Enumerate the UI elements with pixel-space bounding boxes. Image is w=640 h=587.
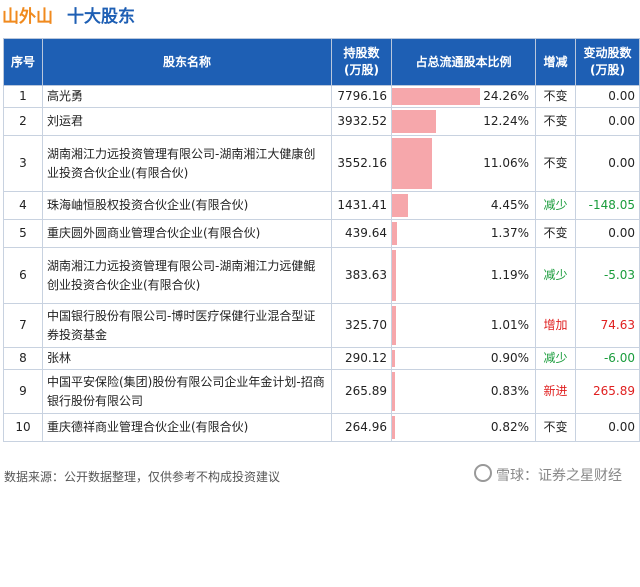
change-shares: -148.05 bbox=[575, 191, 640, 220]
shares-held: 3552.16 bbox=[331, 135, 392, 192]
row-index: 7 bbox=[3, 303, 43, 348]
table-row: 6 湖南湘江力远投资管理有限公司-湖南湘江力远健鲲创业投资合伙企业(有限合伙) 38… bbox=[3, 247, 640, 304]
change-shares: 0.00 bbox=[575, 107, 640, 136]
row-index: 1 bbox=[3, 85, 43, 108]
change-shares: -6.00 bbox=[575, 347, 640, 370]
table-row: 10 重庆德祥商业管理合伙企业(有限合伙) 264.96 0.82% 不变 0.00 bbox=[3, 413, 640, 442]
title-text: 十大股东 bbox=[67, 7, 135, 27]
ratio-cell: 0.83% bbox=[391, 369, 536, 414]
shareholder-name: 重庆圆外圆商业管理合伙企业(有限合伙) bbox=[42, 219, 332, 248]
shares-held: 264.96 bbox=[331, 413, 392, 442]
shares-held: 265.89 bbox=[331, 369, 392, 414]
shares-held: 3932.52 bbox=[331, 107, 392, 136]
ratio-value: 0.83% bbox=[490, 384, 529, 398]
shares-held: 325.70 bbox=[331, 303, 392, 348]
change-shares: 0.00 bbox=[575, 85, 640, 108]
ratio-value: 0.90% bbox=[490, 351, 529, 365]
change-status: 减少 bbox=[535, 347, 576, 370]
ratio-value: 4.45% bbox=[490, 198, 529, 212]
shareholder-name: 高光勇 bbox=[42, 85, 332, 108]
change-shares: 0.00 bbox=[575, 219, 640, 248]
ratio-cell: 1.01% bbox=[391, 303, 536, 348]
ratio-value: 12.24% bbox=[483, 114, 529, 128]
shares-held: 383.63 bbox=[331, 247, 392, 304]
ratio-cell: 0.90% bbox=[391, 347, 536, 370]
ratio-cell: 0.82% bbox=[391, 413, 536, 442]
ratio-value: 1.37% bbox=[490, 226, 529, 240]
change-shares: 74.63 bbox=[575, 303, 640, 348]
shareholders-table: 序号 股东名称 持股数 (万股) 占总流通股本比例 增减 变动股数 (万股) 1… bbox=[3, 38, 640, 442]
change-status: 不变 bbox=[535, 85, 576, 108]
ratio-value: 1.19% bbox=[490, 268, 529, 282]
col-header-idx: 序号 bbox=[3, 38, 43, 86]
row-index: 3 bbox=[3, 135, 43, 192]
shares-held: 1431.41 bbox=[331, 191, 392, 220]
row-index: 6 bbox=[3, 247, 43, 304]
row-index: 5 bbox=[3, 219, 43, 248]
data-source-note: 数据来源：公开数据整理，仅供参考不构成投资建议 bbox=[4, 470, 281, 484]
col-header-ratio: 占总流通股本比例 bbox=[391, 38, 536, 86]
change-status: 不变 bbox=[535, 107, 576, 136]
change-shares: 0.00 bbox=[575, 413, 640, 442]
ratio-value: 1.01% bbox=[490, 318, 529, 332]
change-shares: 265.89 bbox=[575, 369, 640, 414]
table-row: 7 中国银行股份有限公司-博时医疗保健行业混合型证券投资基金 325.70 1.01%… bbox=[3, 303, 640, 348]
shareholder-name: 中国平安保险(集团)股份有限公司企业年金计划-招商银行股份有限公司 bbox=[42, 369, 332, 414]
ratio-value: 0.82% bbox=[490, 420, 529, 434]
ratio-cell: 11.06% bbox=[391, 135, 536, 192]
ratio-cell: 24.26% bbox=[391, 85, 536, 108]
col-header-delta: 变动股数 (万股) bbox=[575, 38, 640, 86]
change-status: 不变 bbox=[535, 413, 576, 442]
row-index: 8 bbox=[3, 347, 43, 370]
brand-text: 雪球：证券之星财经 bbox=[496, 468, 622, 484]
col-header-shares: 持股数 (万股) bbox=[331, 38, 392, 86]
table-row: 2 刘运君 3932.52 12.24% 不变 0.00 bbox=[3, 107, 640, 136]
row-index: 2 bbox=[3, 107, 43, 136]
company-name: 山外山 bbox=[2, 7, 53, 27]
shareholder-name: 湖南湘江力远投资管理有限公司-湖南湘江力远健鲲创业投资合伙企业(有限合伙) bbox=[42, 247, 332, 304]
ratio-value: 24.26% bbox=[483, 89, 529, 103]
shares-held: 7796.16 bbox=[331, 85, 392, 108]
change-shares: 0.00 bbox=[575, 135, 640, 192]
row-index: 4 bbox=[3, 191, 43, 220]
table-row: 1 高光勇 7796.16 24.26% 不变 0.00 bbox=[3, 85, 640, 108]
change-status: 不变 bbox=[535, 219, 576, 248]
shares-held: 439.64 bbox=[331, 219, 392, 248]
shareholder-name: 刘运君 bbox=[42, 107, 332, 136]
ratio-cell: 4.45% bbox=[391, 191, 536, 220]
shareholder-name: 中国银行股份有限公司-博时医疗保健行业混合型证券投资基金 bbox=[42, 303, 332, 348]
shareholder-name: 张林 bbox=[42, 347, 332, 370]
table-row: 9 中国平安保险(集团)股份有限公司企业年金计划-招商银行股份有限公司 265.89… bbox=[3, 369, 640, 414]
page-title: 山外山 十大股东 bbox=[2, 4, 135, 30]
ratio-cell: 1.37% bbox=[391, 219, 536, 248]
brand-attribution: 雪球：证券之星财经 bbox=[474, 464, 622, 485]
change-status: 减少 bbox=[535, 247, 576, 304]
row-index: 9 bbox=[3, 369, 43, 414]
shareholder-name: 湖南湘江力远投资管理有限公司-湖南湘江大健康创业投资合伙企业(有限合伙) bbox=[42, 135, 332, 192]
row-index: 10 bbox=[3, 413, 43, 442]
col-header-change: 增减 bbox=[535, 38, 576, 86]
shareholder-name: 珠海岫恒股权投资合伙企业(有限合伙) bbox=[42, 191, 332, 220]
table-header-row: 序号 股东名称 持股数 (万股) 占总流通股本比例 增减 变动股数 (万股) bbox=[3, 38, 640, 86]
table-row: 8 张林 290.12 0.90% 减少 -6.00 bbox=[3, 347, 640, 370]
snowball-logo-icon bbox=[474, 464, 492, 482]
table-row: 4 珠海岫恒股权投资合伙企业(有限合伙) 1431.41 4.45% 减少 -148.05 bbox=[3, 191, 640, 220]
change-shares: -5.03 bbox=[575, 247, 640, 304]
table-row: 5 重庆圆外圆商业管理合伙企业(有限合伙) 439.64 1.37% 不变 0.00 bbox=[3, 219, 640, 248]
shareholder-name: 重庆德祥商业管理合伙企业(有限合伙) bbox=[42, 413, 332, 442]
col-header-name: 股东名称 bbox=[42, 38, 332, 86]
ratio-value: 11.06% bbox=[483, 156, 529, 170]
ratio-cell: 12.24% bbox=[391, 107, 536, 136]
change-status: 不变 bbox=[535, 135, 576, 192]
change-status: 增加 bbox=[535, 303, 576, 348]
change-status: 减少 bbox=[535, 191, 576, 220]
shares-held: 290.12 bbox=[331, 347, 392, 370]
table-row: 3 湖南湘江力远投资管理有限公司-湖南湘江大健康创业投资合伙企业(有限合伙) 355… bbox=[3, 135, 640, 192]
ratio-cell: 1.19% bbox=[391, 247, 536, 304]
change-status: 新进 bbox=[535, 369, 576, 414]
